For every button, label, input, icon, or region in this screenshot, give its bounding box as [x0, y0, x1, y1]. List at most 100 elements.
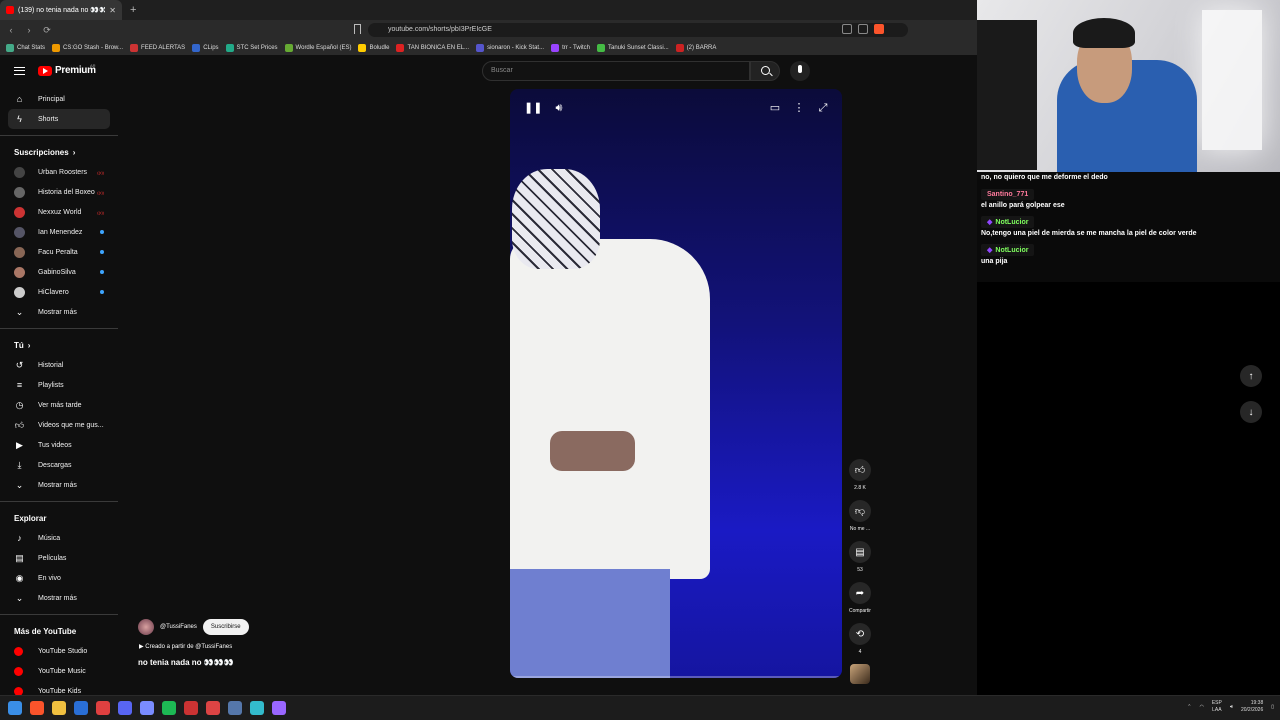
sidebar-item-watch-later[interactable]: ◷ Ver más tarde [0, 395, 118, 415]
avatar [14, 166, 25, 178]
file-explorer-icon[interactable] [52, 701, 66, 715]
you-header[interactable]: Tú › [0, 335, 118, 355]
youtube-page: Premium AR Buscar ⌂ Principal ϟ Shorts S… [0, 55, 977, 696]
more-from-youtube-header: Más de YouTube [14, 626, 77, 636]
clock[interactable]: 19:38 20/2/2026 [1241, 700, 1263, 714]
bookmark-icon[interactable] [354, 24, 361, 34]
sidebar-subscription[interactable]: Urban Roosters ((•)) [0, 162, 118, 182]
bookmark-item[interactable]: CLips [192, 43, 219, 52]
fullscreen-icon[interactable]: ⤢ [816, 101, 830, 115]
sidebar-subscription[interactable]: Nexxuz World ((•)) [0, 202, 118, 222]
subscribe-button[interactable]: Suscribirse [202, 619, 249, 635]
sidebar-item-home[interactable]: ⌂ Principal [0, 89, 118, 109]
language-indicator[interactable]: ESP LAA [1212, 700, 1222, 714]
show-more-explore[interactable]: ⌄ Mostrar más [0, 588, 118, 608]
sidebar-item-your-videos[interactable]: ▶ Tus videos [0, 435, 118, 455]
sidebar-item-youtube-studio[interactable]: YouTube Studio [0, 641, 118, 661]
previous-short-button[interactable]: ↑ [1240, 365, 1262, 387]
sidebar-subscription[interactable]: GabinoSilva [0, 262, 118, 282]
volume-icon[interactable]: 🔊︎ [1230, 704, 1233, 710]
next-short-button[interactable]: ↓ [1240, 401, 1262, 423]
pause-icon[interactable]: ❚❚ [524, 101, 542, 115]
channel-name[interactable]: @TussiFanes [160, 624, 197, 630]
search-button[interactable] [750, 61, 780, 81]
comments-button[interactable]: ▤ 53 [846, 541, 874, 573]
brave-browser-icon[interactable] [30, 701, 44, 715]
show-more-you[interactable]: ⌄ Mostrar más [0, 475, 118, 495]
share-icon[interactable] [858, 24, 868, 34]
bookmark-item[interactable]: Wordle Español (ES) [284, 43, 351, 52]
film-icon: ▤ [15, 552, 24, 563]
bookmark-item[interactable]: trr - Twitch [551, 43, 590, 52]
sidebar-item-shorts[interactable]: ϟ Shorts [8, 109, 110, 129]
like-button[interactable]: 👍︎ 2.8 K [846, 459, 874, 491]
hamburger-menu-icon[interactable] [14, 67, 25, 75]
sidebar-item-youtube-music[interactable]: YouTube Music [0, 661, 118, 681]
install-icon[interactable] [842, 24, 852, 34]
discord-icon[interactable] [118, 701, 132, 715]
download-icon: ⤓ [17, 459, 22, 470]
dislike-button[interactable]: 👎︎ No me ... [846, 500, 874, 532]
sidebar-item-liked-videos[interactable]: 👍︎ Videos que me gus... [0, 415, 118, 435]
sidebar-item-playlists[interactable]: ≡ Playlists [0, 375, 118, 395]
captions-icon[interactable]: ▭ [768, 101, 782, 115]
voice-search-icon[interactable] [790, 61, 810, 81]
app-icon[interactable] [250, 701, 264, 715]
video-progress-bar[interactable] [510, 676, 842, 678]
app-icon[interactable] [206, 701, 220, 715]
app-icon[interactable] [184, 701, 198, 715]
bookmark-item[interactable]: CS:GO Stash - Brow... [52, 43, 123, 52]
chevron-up-icon[interactable]: ⌃ [1187, 704, 1191, 710]
bookmark-item[interactable]: TAN BIONICA EN EL... [396, 43, 469, 52]
created-from-link[interactable]: ▶ Creado a partir de @TussiFanes [139, 643, 232, 650]
spotify-icon[interactable] [162, 701, 176, 715]
bookmark-item[interactable]: FEED ALERTAS [130, 43, 185, 52]
short-video-player[interactable]: ❚❚ 🔊︎ ▭ ⋮ ⤢ [510, 89, 842, 678]
notification-icon[interactable]: ▯ [1271, 704, 1274, 710]
forward-icon[interactable]: › [22, 25, 36, 35]
youtube-premium-logo[interactable]: Premium AR [38, 63, 96, 76]
brave-shields-icon[interactable] [874, 24, 884, 34]
webcam-monitor [977, 20, 1037, 170]
show-more-subscriptions[interactable]: ⌄ Mostrar más [0, 302, 118, 322]
chevron-down-icon: ⌄ [15, 479, 24, 490]
chat-username: ◆ NotLucior [981, 244, 1035, 256]
search-input[interactable]: Buscar [482, 61, 750, 81]
bookmark-item[interactable]: STC Set Prices [225, 43, 278, 52]
obs-icon[interactable] [272, 701, 286, 715]
wifi-icon[interactable]: ◠ [1199, 704, 1203, 710]
bookmark-item[interactable]: Tanuki Sunset Classi... [596, 43, 669, 52]
new-tab-icon[interactable]: + [130, 4, 136, 16]
sound-thumbnail[interactable] [850, 664, 870, 684]
sidebar-subscription[interactable]: HiClavero [0, 282, 118, 302]
tab-youtube-short[interactable]: (139) no tenia nada no 👀👀 ✕ [0, 0, 122, 20]
reload-icon[interactable]: ⟳ [40, 25, 54, 36]
subscriptions-header[interactable]: Suscripciones › [0, 142, 118, 162]
remix-button[interactable]: ⟲ 4 [846, 623, 874, 655]
app-icon[interactable] [140, 701, 154, 715]
bookmark-item[interactable]: Boludle [358, 43, 389, 52]
bookmark-item[interactable]: Chat Stats [6, 43, 45, 52]
sidebar-item-movies[interactable]: ▤ Películas [0, 548, 118, 568]
sidebar-subscription[interactable]: Facu Peralta [0, 242, 118, 262]
bookmark-item[interactable]: sionaron - Kick Stat... [476, 43, 544, 52]
sidebar-item-live[interactable]: ◉ En vivo [0, 568, 118, 588]
more-options-icon[interactable]: ⋮ [792, 101, 806, 115]
url-field[interactable]: youtube.com/shorts/pbI3PrEIcGE [368, 23, 908, 37]
bookmark-item[interactable]: (2) BARRA [675, 43, 716, 52]
sidebar-item-history[interactable]: ↺ Historial [0, 355, 118, 375]
app-icon[interactable] [96, 701, 110, 715]
volume-icon[interactable]: 🔊︎ [552, 101, 566, 115]
sidebar-subscription[interactable]: Historia del Boxeo ((•)) [0, 182, 118, 202]
live-broadcast-icon: ◉ [15, 572, 24, 583]
sidebar-item-downloads[interactable]: ⤓ Descargas [0, 455, 118, 475]
sidebar-item-music[interactable]: ♪ Música [0, 528, 118, 548]
back-icon[interactable]: ‹ [4, 25, 18, 35]
windows-start-icon[interactable] [8, 701, 22, 715]
app-icon[interactable] [228, 701, 242, 715]
avatar[interactable] [138, 619, 154, 635]
close-tab-icon[interactable]: ✕ [109, 6, 116, 15]
share-button[interactable]: ➦ Compartir [846, 582, 874, 614]
sidebar-subscription[interactable]: Ian Menendez [0, 222, 118, 242]
steam-icon[interactable] [74, 701, 88, 715]
